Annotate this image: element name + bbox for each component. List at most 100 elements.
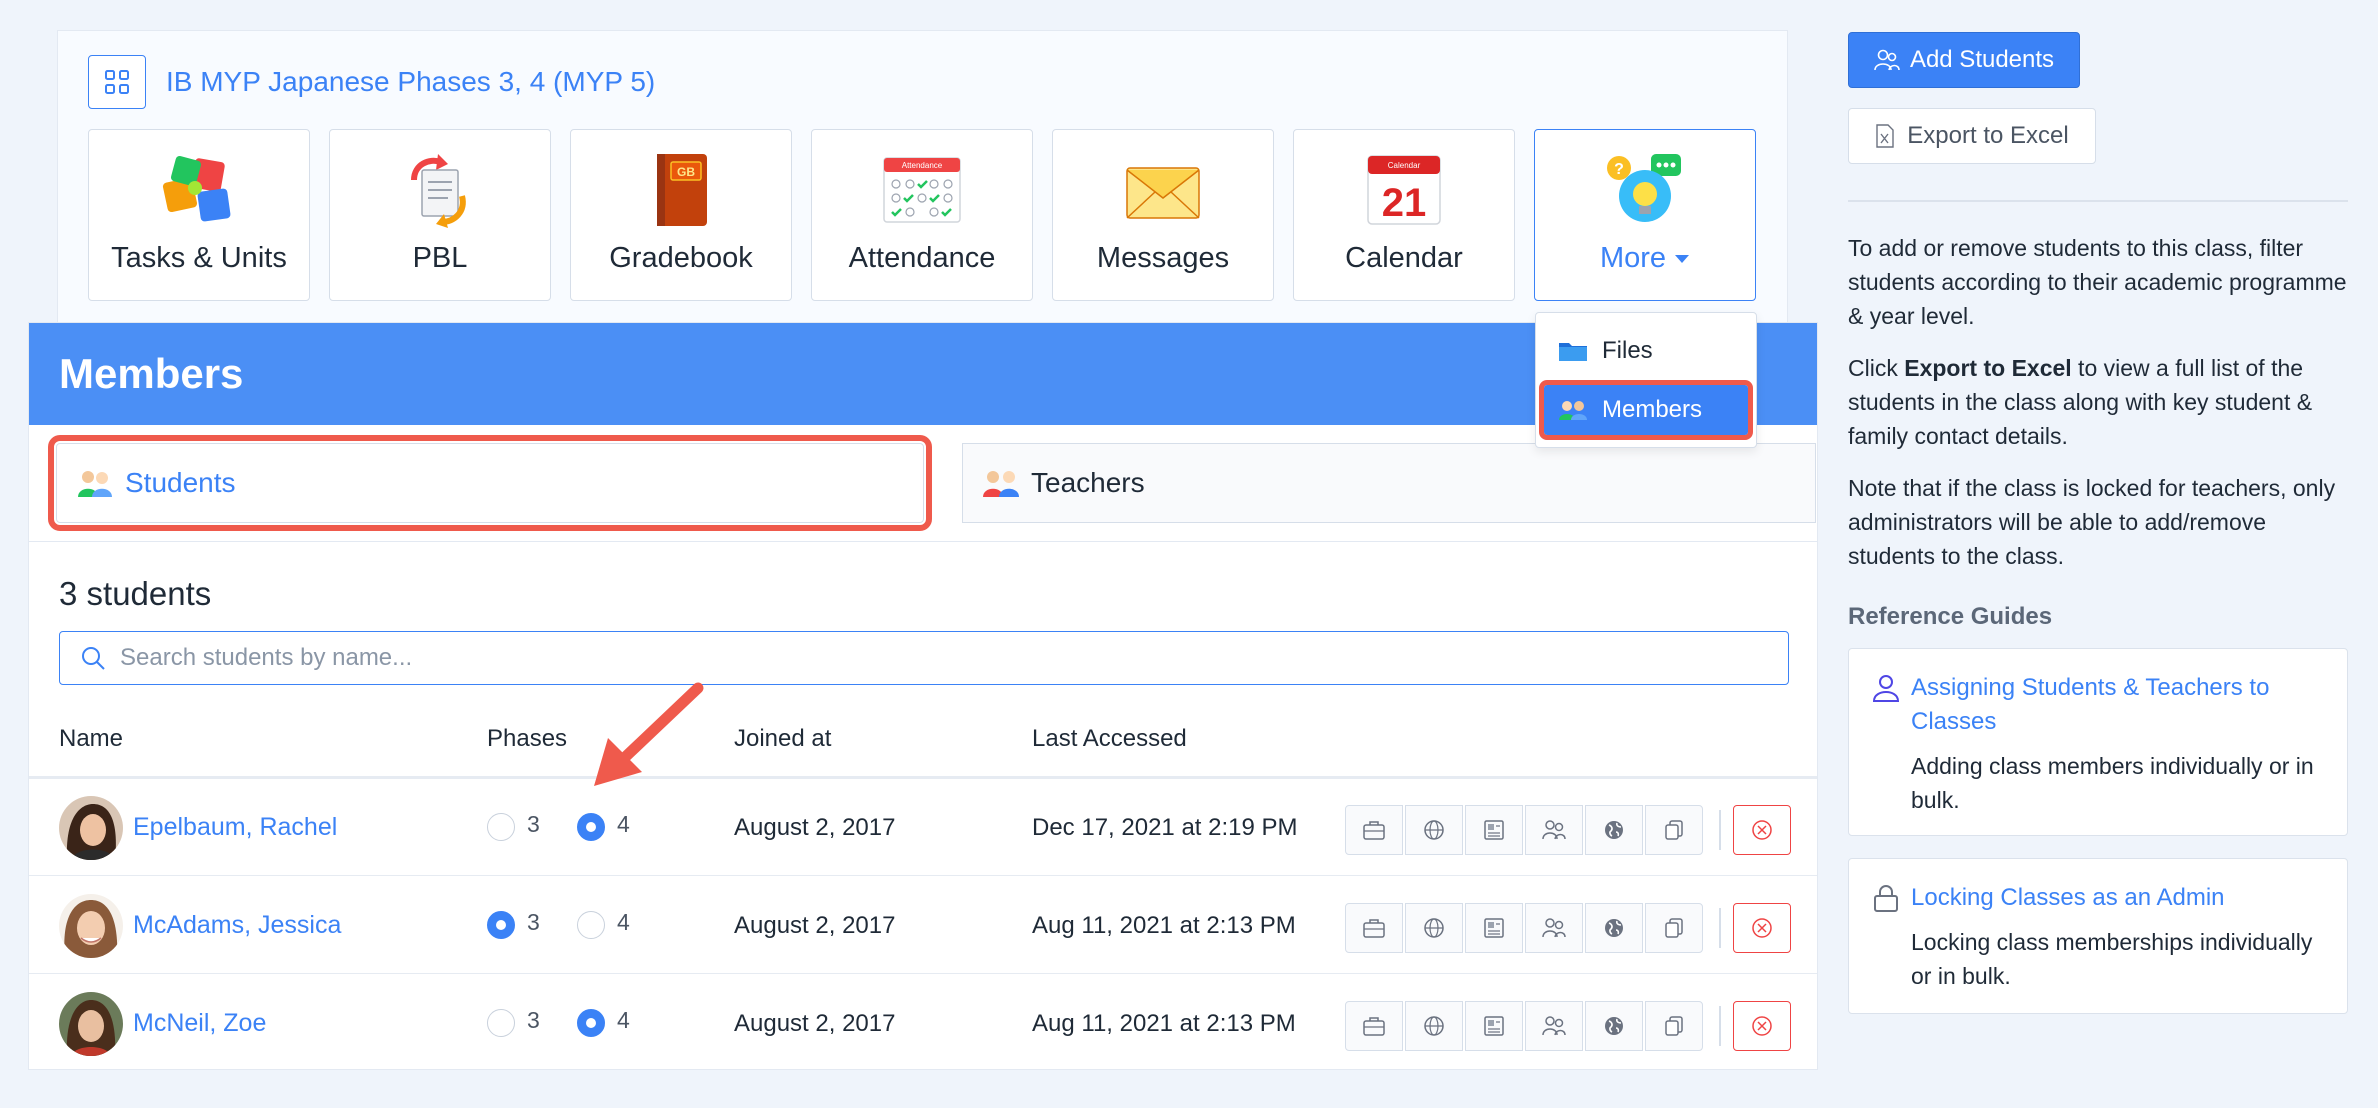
globe-button[interactable] [1405,1001,1463,1051]
copy-icon [1665,1016,1683,1036]
copy-icon [1665,820,1683,840]
phase-3-radio[interactable] [487,1009,515,1037]
avatar [59,894,123,958]
tile-calendar[interactable]: Calendar 21 Calendar [1293,129,1515,301]
tab-label: Teachers [1031,467,1145,498]
phase-4-radio[interactable] [577,1009,605,1037]
documents-icon [411,154,466,228]
avatar [59,796,123,860]
sidebar-divider [1848,200,2348,202]
column-header-joined[interactable]: Joined at [734,725,831,753]
export-excel-button[interactable]: Export to Excel [1848,108,2096,164]
actions-separator [1719,1006,1721,1046]
puzzle-icon [162,155,231,222]
world-button[interactable] [1585,1001,1643,1051]
help-text-3: Note that if the class is locked for tea… [1848,475,2336,569]
student-name-link[interactable]: McNeil, Zoe [133,1009,266,1038]
lock-icon [1874,885,1898,912]
briefcase-button[interactable] [1345,1001,1403,1051]
search-icon [82,647,105,670]
remove-icon [1752,1016,1772,1036]
phase-3-radio[interactable] [487,813,515,841]
globe-button[interactable] [1405,903,1463,953]
gradebook-icon: GB [657,154,707,226]
phase-4-label: 4 [617,811,630,837]
id-card-button[interactable] [1465,1001,1523,1051]
briefcase-icon [1363,1017,1385,1036]
copy-button[interactable] [1645,805,1703,855]
copy-button[interactable] [1645,1001,1703,1051]
tile-more[interactable]: ? More [1534,129,1756,301]
envelope-icon [1126,167,1200,219]
apps-grid-button[interactable] [88,55,146,109]
phase-4-radio[interactable] [577,911,605,939]
remove-student-button[interactable] [1733,805,1791,855]
tile-pbl[interactable]: PBL [329,129,551,301]
lightbulb-icon: ? [1607,154,1681,222]
last-accessed: Dec 17, 2021 at 2:19 PM [1032,814,1298,841]
search-box[interactable] [59,631,1789,685]
remove-student-button[interactable] [1733,903,1791,953]
folder-icon [1559,343,1587,361]
remove-student-button[interactable] [1733,1001,1791,1051]
briefcase-icon [1363,821,1385,840]
table-row: Epelbaum, Rachel 3 4 August 2, 2017 Dec … [29,779,1817,876]
guide-description: Locking class memberships individually o… [1911,929,2313,989]
add-user-icon [1874,49,1900,71]
tab-students[interactable]: Students [48,435,932,531]
actions-separator [1719,810,1721,850]
id-card-icon [1484,820,1504,840]
tab-teachers[interactable]: Teachers [962,443,1816,523]
search-input[interactable] [120,644,1720,672]
export-excel-label: Export to Excel [1907,122,2069,149]
column-header-name[interactable]: Name [59,725,123,753]
phase-3-label: 3 [527,909,540,935]
globe-button[interactable] [1405,805,1463,855]
joined-date: August 2, 2017 [734,912,896,939]
members-tabs: Students Teachers [48,435,1816,531]
student-name-link[interactable]: McAdams, Jessica [133,911,341,940]
phase-3-radio[interactable] [487,911,515,939]
help-text-1: To add or remove students to this class,… [1848,235,2347,329]
tile-attendance[interactable]: Attendance Attendance [811,129,1033,301]
class-header-card: IB MYP Japanese Phases 3, 4 (MYP 5) Task… [57,30,1788,330]
student-name-link[interactable]: Epelbaum, Rachel [133,813,337,842]
globe-icon [1424,918,1444,938]
phase-4-label: 4 [617,909,630,935]
family-button[interactable] [1525,1001,1583,1051]
family-button[interactable] [1525,903,1583,953]
class-title[interactable]: IB MYP Japanese Phases 3, 4 (MYP 5) [166,66,655,98]
tab-label: Students [125,467,236,498]
world-button[interactable] [1585,903,1643,953]
world-icon [1605,821,1623,839]
menu-item-files[interactable]: Files [1544,326,1748,376]
calendar-icon: Calendar 21 [1367,155,1441,225]
family-icon [1542,820,1566,840]
add-students-button[interactable]: Add Students [1848,32,2080,88]
tile-tasks-units[interactable]: Tasks & Units [88,129,310,301]
teachers-icon [983,471,1019,497]
family-button[interactable] [1525,805,1583,855]
briefcase-button[interactable] [1345,903,1403,953]
guide-title-link[interactable]: Locking Classes as an Admin [1911,881,2331,915]
column-header-accessed[interactable]: Last Accessed [1032,725,1187,753]
id-card-button[interactable] [1465,805,1523,855]
phase-4-radio[interactable] [577,813,605,841]
joined-date: August 2, 2017 [734,814,896,841]
grid-icon [105,70,129,94]
row-actions [1345,903,1793,953]
caret-down-icon [1675,254,1690,263]
id-card-button[interactable] [1465,903,1523,953]
tile-messages[interactable]: Messages [1052,129,1274,301]
help-text-2: Click Export to Excel to view a full lis… [1848,351,2348,453]
guide-card-locking[interactable]: Locking Classes as an Admin Locking clas… [1848,858,2348,1014]
id-card-icon [1484,918,1504,938]
last-accessed: Aug 11, 2021 at 2:13 PM [1032,1010,1296,1037]
tile-gradebook[interactable]: GB Gradebook [570,129,792,301]
world-button[interactable] [1585,805,1643,855]
guide-title-link[interactable]: Assigning Students & Teachers to Classes [1911,671,2331,739]
copy-button[interactable] [1645,903,1703,953]
menu-item-members[interactable]: Members [1539,380,1753,440]
briefcase-button[interactable] [1345,805,1403,855]
guide-card-assigning[interactable]: Assigning Students & Teachers to Classes… [1848,648,2348,836]
